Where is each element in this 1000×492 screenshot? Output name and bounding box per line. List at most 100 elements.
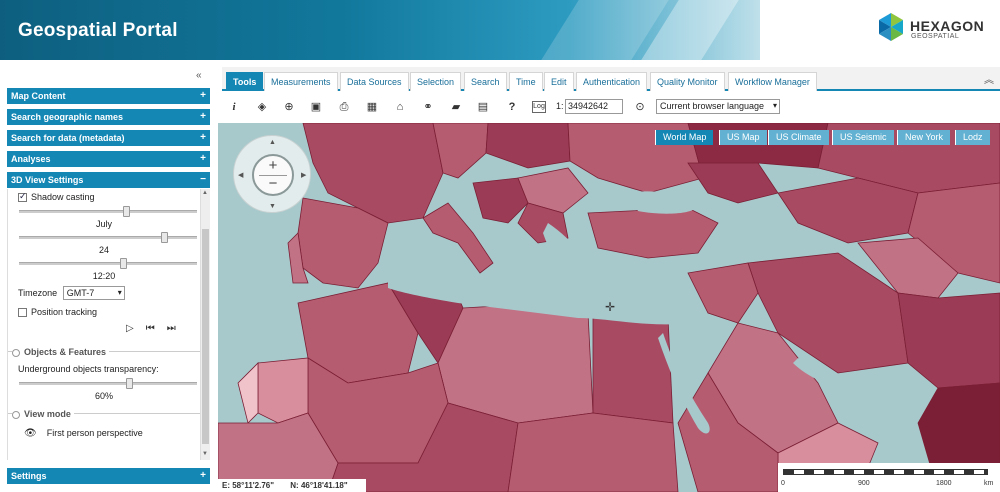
timezone-value: GMT-7 — [66, 288, 95, 298]
basemap-us-seismic[interactable]: US Seismic — [832, 130, 894, 145]
section-analyses[interactable]: Analyses + — [7, 151, 210, 167]
tab-workflow-manager[interactable]: Workflow Manager — [728, 72, 817, 91]
table-icon[interactable]: ▦ — [364, 99, 380, 115]
logo-name: HEXAGON — [910, 18, 985, 34]
zoom-to-scale-icon[interactable]: ⊙ — [632, 99, 648, 115]
scroll-up-icon[interactable]: ▲ — [202, 190, 208, 196]
tab-tools[interactable]: Tools — [226, 72, 264, 91]
eye-icon: 👁 — [24, 428, 37, 439]
folder-icon[interactable]: ▰ — [448, 99, 464, 115]
section-3d-view-settings[interactable]: 3D View Settings − — [7, 172, 210, 188]
time-value: 12:20 — [92, 271, 116, 281]
app-window: Geospatial Portal HEXAGON GEOSPATIAL « M… — [0, 0, 1000, 492]
transparency-value: 60% — [94, 391, 113, 401]
tab-selection[interactable]: Selection — [410, 72, 462, 91]
basemap-us-map[interactable]: US Map — [719, 130, 767, 145]
left-panel: « Map Content + Search geographic names … — [0, 64, 216, 492]
shadow-slider[interactable] — [19, 206, 197, 217]
log-icon[interactable]: Log — [532, 101, 546, 113]
pan-down-icon[interactable]: ▼ — [269, 203, 276, 210]
pan-right-icon[interactable]: ▶ — [301, 171, 306, 179]
play-icon[interactable]: ▷ — [126, 323, 134, 334]
section-search-geographic-names[interactable]: Search geographic names + — [7, 109, 210, 125]
section-label: Search geographic names — [11, 112, 124, 122]
section-label: Map Content — [11, 91, 66, 101]
tab-data-sources[interactable]: Data Sources — [340, 72, 409, 91]
settings-scrollbar[interactable]: ▲ ▼ — [200, 189, 210, 460]
basemap-switcher: World Map US Map US Climate US Seismic N… — [655, 130, 993, 145]
expand-icon: + — [200, 111, 206, 122]
position-tracking-row[interactable]: Position tracking — [18, 307, 97, 318]
chevron-down-icon: ▾ — [117, 288, 122, 297]
basemap-world-map[interactable]: World Map — [655, 130, 714, 145]
scale-prefix: 1: — [556, 101, 564, 111]
slider-handle[interactable] — [120, 258, 127, 269]
help-icon[interactable]: ? — [504, 99, 520, 115]
map-navigation-control[interactable]: ▲ ▼ ◀ ▶ + − — [233, 135, 311, 213]
layer-tool-icon[interactable]: ◈ — [254, 99, 270, 115]
section-label: Search for data (metadata) — [11, 133, 125, 143]
tab-authentication[interactable]: Authentication — [576, 72, 648, 91]
expand-icon: + — [200, 90, 206, 101]
wms-icon[interactable]: ▤ — [475, 99, 491, 115]
info-icon[interactable]: i — [226, 99, 242, 115]
slider-handle[interactable] — [161, 232, 168, 243]
transparency-slider[interactable] — [19, 378, 197, 389]
scale-input[interactable]: 34942642 — [565, 99, 623, 114]
scale-tick: 900 — [858, 480, 870, 487]
save-icon[interactable]: ▣ — [308, 99, 324, 115]
tab-search[interactable]: Search — [464, 72, 507, 91]
hexagon-logo[interactable]: HEXAGON GEOSPATIAL — [877, 12, 992, 46]
fast-forward-icon[interactable]: ⏭ — [167, 323, 176, 334]
basemap-new-york[interactable]: New York — [897, 130, 951, 145]
basemap-us-climate[interactable]: US Climate — [768, 130, 829, 145]
playback-controls: ▷ ⏮ ⏭ — [126, 323, 188, 334]
slider-handle[interactable] — [126, 378, 133, 389]
link-icon[interactable]: ⚭ — [420, 99, 436, 115]
scroll-down-icon[interactable]: ▼ — [202, 451, 208, 457]
month-value: July — [95, 219, 112, 229]
home-icon[interactable]: ⌂ — [392, 99, 408, 115]
language-select[interactable]: Current browser language ▾ — [656, 99, 780, 114]
zoom-out-button[interactable]: − — [254, 176, 292, 192]
tab-time[interactable]: Time — [509, 72, 543, 91]
hexagon-logo-icon — [879, 13, 903, 41]
expand-icon: + — [200, 132, 206, 143]
view-mode-title[interactable]: View mode — [12, 409, 74, 419]
zoom-in-button[interactable]: + — [254, 158, 292, 174]
slider-handle[interactable] — [123, 206, 130, 217]
language-value: Current browser language — [660, 101, 765, 111]
scale-bar: 0 900 1800 km — [778, 463, 1000, 492]
timezone-select[interactable]: GMT-7 ▾ — [62, 286, 125, 300]
portal-title: Geospatial Portal — [18, 20, 178, 41]
collapse-toolbar-icon[interactable]: ︽ — [984, 71, 994, 86]
pan-left-icon[interactable]: ◀ — [238, 171, 243, 179]
day-slider[interactable] — [19, 258, 197, 269]
pan-up-icon[interactable]: ▲ — [269, 139, 276, 146]
section-map-content[interactable]: Map Content + — [7, 88, 210, 104]
view-mode-row[interactable]: 👁 First person perspective — [24, 428, 143, 439]
collapse-icon: − — [200, 174, 206, 185]
collapse-left-panel-icon[interactable]: « — [196, 70, 202, 81]
section-search-metadata[interactable]: Search for data (metadata) + — [7, 130, 210, 146]
month-slider[interactable] — [19, 232, 197, 243]
rewind-icon[interactable]: ⏮ — [146, 323, 155, 334]
print-icon[interactable]: ⎙ — [336, 99, 352, 115]
tab-measurements[interactable]: Measurements — [264, 72, 338, 91]
objects-features-title[interactable]: Objects & Features — [12, 347, 110, 357]
position-tracking-checkbox[interactable] — [18, 308, 27, 318]
crosshair-cursor-icon: ✛ — [605, 300, 616, 314]
zoom-extent-icon[interactable]: ⊕ — [281, 99, 297, 115]
coord-north: N: 46°18'41.18" — [290, 481, 348, 490]
shadow-casting-row[interactable]: Shadow casting — [18, 191, 95, 203]
scrollbar-thumb[interactable] — [202, 229, 209, 444]
map-view[interactable]: World Map US Map US Climate US Seismic N… — [218, 123, 1000, 492]
shadow-casting-checkbox[interactable] — [18, 191, 27, 203]
tab-quality-monitor[interactable]: Quality Monitor — [650, 72, 725, 91]
tab-edit[interactable]: Edit — [544, 72, 574, 91]
section-settings[interactable]: Settings + — [7, 468, 210, 484]
basemap-lodz[interactable]: Lodz — [955, 130, 990, 145]
expand-icon: + — [200, 153, 206, 164]
coordinate-readout: E: 58°11'2.76" N: 46°18'41.18" — [218, 479, 366, 492]
scale-tick: 1800 — [936, 480, 952, 487]
